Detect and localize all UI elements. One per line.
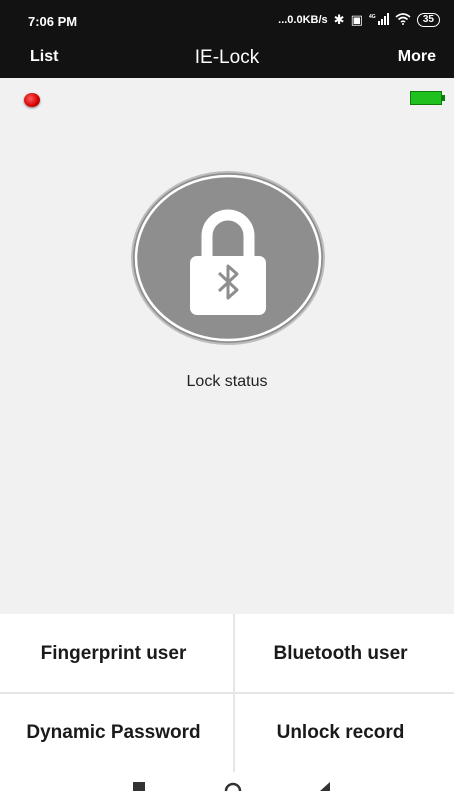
function-grid: Fingerprint user Bluetooth user Dynamic …	[0, 614, 454, 772]
more-button[interactable]: More	[398, 48, 436, 66]
unlock-record-button[interactable]: Unlock record	[227, 693, 454, 772]
status-time: 7:06 PM	[28, 14, 78, 29]
bluetooth-user-button[interactable]: Bluetooth user	[227, 614, 454, 693]
lock-toggle-button[interactable]	[130, 170, 326, 346]
bluetooth-padlock-icon	[131, 171, 325, 345]
wifi-icon	[395, 12, 411, 28]
net-speed: ...0.0KB/s	[278, 14, 328, 26]
title-bar: List IE-Lock More	[0, 40, 454, 78]
dynamic-password-button[interactable]: Dynamic Password	[0, 693, 227, 772]
network-type-label: 4G	[369, 14, 376, 20]
fingerprint-user-button[interactable]: Fingerprint user	[0, 614, 227, 693]
hd-icon: ▣	[350, 12, 363, 27]
lock-panel: Lock status	[0, 78, 454, 614]
phone-battery-icon: 35	[416, 13, 440, 27]
page-title: IE-Lock	[194, 47, 260, 68]
app-header: 7:06 PM ...0.0KB/s ✱ ▣ 4G 35 List IE-Loc…	[0, 0, 454, 78]
lock-status-label: Lock status	[186, 373, 268, 390]
android-nav-bar	[0, 772, 454, 791]
home-icon[interactable]	[224, 782, 242, 791]
signal-icon: 4G	[369, 12, 389, 28]
status-icons: ...0.0KB/s ✱ ▣ 4G 35	[278, 12, 440, 28]
back-icon[interactable]	[318, 782, 332, 791]
status-bar: 7:06 PM ...0.0KB/s ✱ ▣ 4G 35	[0, 0, 454, 40]
grid-divider-horizontal	[0, 692, 454, 694]
connection-status-led	[24, 93, 40, 107]
device-battery-icon	[410, 91, 446, 105]
bluetooth-icon: ✱	[333, 12, 345, 27]
recent-apps-icon[interactable]	[131, 782, 147, 791]
